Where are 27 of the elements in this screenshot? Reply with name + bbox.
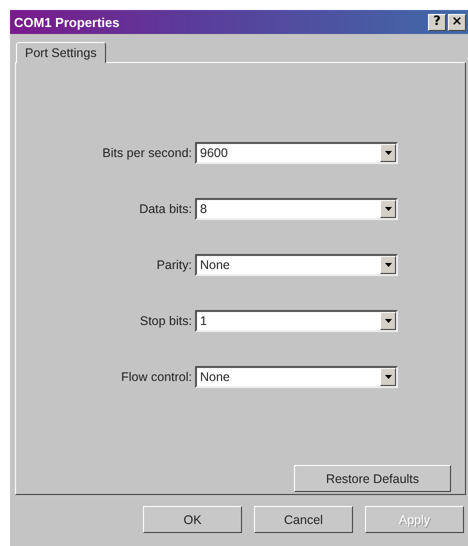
dialog-button[interactable]: OK — [143, 506, 242, 533]
dropdown-arrow-button[interactable] — [380, 312, 396, 330]
caret-icon — [384, 151, 392, 155]
dropdown-arrow-button[interactable] — [380, 256, 396, 274]
tab[interactable]: Port Settings — [16, 42, 106, 63]
dropdown-field[interactable]: None — [195, 366, 398, 388]
caret-icon — [384, 375, 392, 379]
dropdown-arrow-button[interactable] — [380, 200, 396, 218]
restore-defaults-button[interactable]: Restore Defaults — [294, 465, 451, 492]
dropdown-arrow-button[interactable] — [380, 368, 396, 386]
window-title: COM1 Properties — [14, 14, 120, 30]
title-bar-button[interactable]: × — [448, 14, 466, 30]
dialog-button[interactable]: Cancel — [254, 506, 353, 533]
dropdown-arrow-button[interactable] — [380, 144, 396, 162]
caret-icon — [384, 207, 392, 211]
field-label: Bits per second: — [102, 146, 192, 160]
field-label: Stop bits: — [140, 314, 192, 328]
dropdown-field[interactable]: 9600 — [195, 142, 398, 164]
field-label: Parity: — [156, 258, 192, 272]
caret-icon — [384, 263, 392, 267]
field-label: Flow control: — [121, 370, 192, 384]
caret-icon — [384, 319, 392, 323]
title-bar-button[interactable]: ? — [428, 14, 446, 30]
dropdown-field[interactable]: None — [195, 254, 398, 276]
dropdown-field[interactable]: 8 — [195, 198, 398, 220]
dropdown-field[interactable]: 1 — [195, 310, 398, 332]
field-label: Data bits: — [139, 202, 192, 216]
